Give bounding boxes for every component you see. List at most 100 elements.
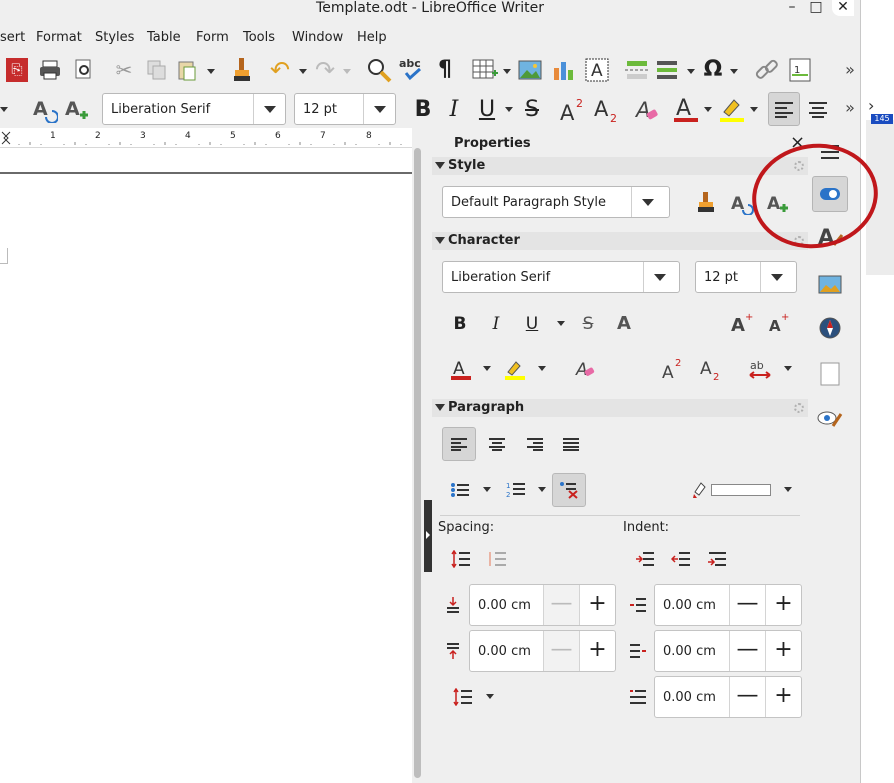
increase-paragraph-spacing-icon[interactable]: [450, 548, 472, 570]
decrease-font-size-icon[interactable]: A +: [766, 310, 792, 336]
sidebar-collapse-handle[interactable]: [424, 500, 432, 572]
decrement-button[interactable]: —: [543, 631, 579, 671]
menu-styles[interactable]: Styles: [95, 30, 134, 45]
before-indent-value[interactable]: 0.00 cm: [663, 598, 716, 613]
print-preview-icon[interactable]: [72, 58, 96, 82]
update-style-icon[interactable]: A: [730, 190, 754, 216]
style-inspector-icon[interactable]: [814, 402, 846, 434]
insert-field-dropdown-icon[interactable]: [687, 69, 695, 74]
sidebar-font-color-dropdown-icon[interactable]: [483, 366, 491, 371]
style-section-header[interactable]: Style: [432, 157, 808, 175]
line-spacing-icon[interactable]: [452, 686, 474, 708]
minimize-button[interactable]: –: [782, 0, 802, 16]
unordered-list-dropdown-icon[interactable]: [483, 487, 491, 492]
justify-button[interactable]: [554, 427, 588, 461]
paste-dropdown-icon[interactable]: [207, 69, 215, 74]
toolbar-overflow-icon[interactable]: »: [842, 96, 858, 120]
decrement-button[interactable]: —: [729, 585, 765, 625]
align-left-button[interactable]: [768, 92, 800, 126]
subscript-icon[interactable]: A2: [698, 356, 724, 382]
decrement-button[interactable]: —: [729, 677, 765, 717]
gallery-icon[interactable]: [814, 268, 846, 300]
strikethrough-icon[interactable]: S: [576, 312, 600, 336]
more-options-icon[interactable]: [794, 403, 804, 413]
character-section-header[interactable]: Character: [432, 232, 808, 250]
scrollbar-thumb[interactable]: [414, 148, 421, 778]
line-spacing-dropdown-icon[interactable]: [486, 694, 494, 699]
special-character-icon[interactable]: Ω: [700, 56, 726, 84]
insert-table-icon[interactable]: [472, 56, 498, 84]
underline-icon[interactable]: U: [520, 312, 544, 336]
below-spacing-value[interactable]: 0.00 cm: [478, 644, 531, 659]
sidebar-font-size-combo[interactable]: 12 pt: [695, 261, 797, 293]
underline-dropdown-icon[interactable]: [505, 107, 513, 112]
insert-footnote-icon[interactable]: 1: [788, 56, 812, 84]
clone-formatting-icon[interactable]: [230, 56, 254, 84]
background-color-dropdown-icon[interactable]: [784, 487, 792, 492]
paragraph-section-header[interactable]: Paragraph: [432, 399, 808, 417]
fill-format-mode-icon[interactable]: [694, 190, 718, 216]
ordered-list-dropdown-icon[interactable]: [538, 487, 546, 492]
new-style-icon[interactable]: A: [64, 96, 90, 124]
font-name-dropdown-icon[interactable]: [253, 94, 285, 124]
find-replace-icon[interactable]: [366, 56, 392, 84]
font-color-icon[interactable]: A: [672, 94, 700, 124]
print-icon[interactable]: [38, 58, 62, 82]
paragraph-style-combo[interactable]: Default Paragraph Style: [442, 186, 670, 218]
insert-field-icon[interactable]: [656, 56, 682, 84]
undo-icon[interactable]: ↶: [268, 58, 292, 82]
increase-font-size-icon[interactable]: A +: [728, 310, 756, 336]
increment-button[interactable]: +: [765, 585, 801, 625]
sidebar-font-name-dropdown-icon[interactable]: [643, 262, 679, 292]
clear-formatting-icon[interactable]: A: [572, 356, 598, 382]
underline-dropdown-icon[interactable]: [557, 321, 565, 326]
spelling-icon[interactable]: abc: [398, 56, 426, 82]
decrease-paragraph-spacing-icon[interactable]: [486, 548, 508, 570]
clear-formatting-icon[interactable]: A: [634, 96, 660, 124]
after-indent-value[interactable]: 0.00 cm: [663, 644, 716, 659]
font-color-dropdown-icon[interactable]: [704, 107, 712, 112]
bold-icon[interactable]: B: [448, 312, 472, 336]
chevron-right-icon[interactable]: ›: [868, 96, 874, 115]
below-paragraph-spacing-field[interactable]: 0.00 cm — +: [469, 630, 616, 672]
align-center-button[interactable]: [480, 427, 514, 461]
update-style-icon[interactable]: A: [32, 96, 58, 124]
superscript-icon[interactable]: A2: [660, 356, 686, 382]
decrement-button[interactable]: —: [729, 631, 765, 671]
paragraph-style-dropdown-icon[interactable]: [0, 107, 8, 112]
underline-icon[interactable]: U: [474, 96, 500, 124]
cut-icon[interactable]: ✂: [112, 58, 136, 82]
highlight-color-dropdown-icon[interactable]: [750, 107, 758, 112]
bold-icon[interactable]: B: [410, 96, 436, 124]
formatting-marks-icon[interactable]: ¶: [434, 58, 456, 82]
insert-table-dropdown-icon[interactable]: [503, 69, 511, 74]
align-center-button[interactable]: [804, 92, 832, 126]
increase-indent-icon[interactable]: [634, 548, 656, 570]
insert-text-box-icon[interactable]: A: [584, 56, 610, 84]
strikethrough-icon[interactable]: S: [520, 96, 544, 124]
navigator-icon[interactable]: [814, 312, 846, 344]
paste-icon[interactable]: [176, 58, 198, 82]
first-line-indent-value[interactable]: 0.00 cm: [663, 690, 716, 705]
before-text-indent-field[interactable]: 0.00 cm — +: [654, 584, 802, 626]
menu-help[interactable]: Help: [357, 30, 387, 45]
menu-window[interactable]: Window: [292, 30, 343, 45]
sidebar-highlight-dropdown-icon[interactable]: [538, 366, 546, 371]
decrement-button[interactable]: —: [543, 585, 579, 625]
sidebar-font-size-dropdown-icon[interactable]: [760, 262, 796, 292]
insert-page-break-icon[interactable]: [624, 56, 650, 84]
first-line-indent-field[interactable]: 0.00 cm — +: [654, 676, 802, 718]
character-spacing-dropdown-icon[interactable]: [784, 366, 792, 371]
above-paragraph-spacing-field[interactable]: 0.00 cm — +: [469, 584, 616, 626]
redo-dropdown-icon[interactable]: [343, 69, 351, 74]
background-color-swatch[interactable]: [711, 484, 771, 496]
shadow-icon[interactable]: A: [612, 312, 636, 336]
maximize-button[interactable]: □: [806, 0, 826, 16]
menu-insert[interactable]: sert: [0, 30, 25, 45]
sidebar-highlight-icon[interactable]: [502, 356, 528, 382]
align-right-button[interactable]: [518, 427, 552, 461]
menu-table[interactable]: Table: [147, 30, 181, 45]
insert-image-icon[interactable]: [518, 56, 544, 84]
export-pdf-icon[interactable]: ⎘: [6, 58, 28, 82]
unordered-list-icon[interactable]: [448, 478, 472, 502]
